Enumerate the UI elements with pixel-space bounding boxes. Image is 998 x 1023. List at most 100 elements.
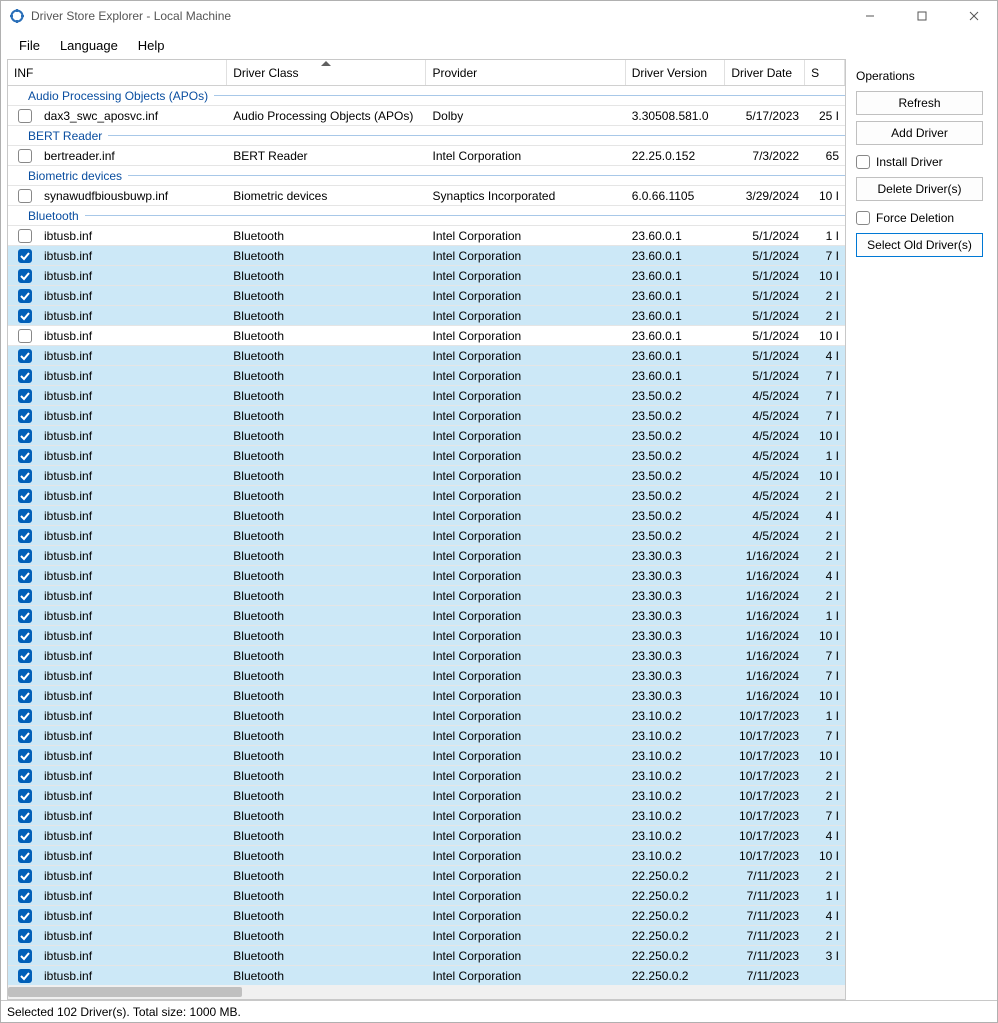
table-row[interactable]: ibtusb.infBluetoothIntel Corporation23.6… (8, 306, 845, 326)
select-old-drivers-button[interactable]: Select Old Driver(s) (856, 233, 983, 257)
table-row[interactable]: ibtusb.infBluetoothIntel Corporation23.3… (8, 546, 845, 566)
row-checkbox[interactable] (18, 449, 32, 463)
row-checkbox[interactable] (18, 669, 32, 683)
scrollbar-thumb[interactable] (8, 987, 242, 997)
maximize-button[interactable] (899, 1, 945, 31)
group-header[interactable]: Audio Processing Objects (APOs) (8, 86, 845, 106)
row-checkbox[interactable] (18, 809, 32, 823)
table-row[interactable]: synawudfbiousbuwp.infBiometric devicesSy… (8, 186, 845, 206)
add-driver-button[interactable]: Add Driver (856, 121, 983, 145)
install-driver-checkbox[interactable]: Install Driver (856, 151, 983, 173)
table-row[interactable]: ibtusb.infBluetoothIntel Corporation22.2… (8, 966, 845, 985)
table-row[interactable]: ibtusb.infBluetoothIntel Corporation23.1… (8, 786, 845, 806)
row-checkbox[interactable] (18, 469, 32, 483)
menu-language[interactable]: Language (50, 34, 128, 57)
table-row[interactable]: ibtusb.infBluetoothIntel Corporation23.6… (8, 226, 845, 246)
column-inf[interactable]: INF (8, 60, 227, 85)
row-checkbox[interactable] (18, 529, 32, 543)
table-row[interactable]: ibtusb.infBluetoothIntel Corporation23.3… (8, 686, 845, 706)
row-checkbox[interactable] (18, 789, 32, 803)
row-checkbox[interactable] (18, 869, 32, 883)
row-checkbox[interactable] (18, 549, 32, 563)
column-size[interactable]: S (805, 60, 845, 85)
column-version[interactable]: Driver Version (626, 60, 726, 85)
table-row[interactable]: ibtusb.infBluetoothIntel Corporation22.2… (8, 906, 845, 926)
column-class[interactable]: Driver Class (227, 60, 426, 85)
row-checkbox[interactable] (18, 389, 32, 403)
table-row[interactable]: ibtusb.infBluetoothIntel Corporation23.1… (8, 706, 845, 726)
row-checkbox[interactable] (18, 689, 32, 703)
table-row[interactable]: dax3_swc_aposvc.infAudio Processing Obje… (8, 106, 845, 126)
menu-file[interactable]: File (9, 34, 50, 57)
row-checkbox[interactable] (18, 749, 32, 763)
table-row[interactable]: ibtusb.infBluetoothIntel Corporation23.6… (8, 326, 845, 346)
table-row[interactable]: ibtusb.infBluetoothIntel Corporation23.6… (8, 366, 845, 386)
group-header[interactable]: Biometric devices (8, 166, 845, 186)
row-checkbox[interactable] (18, 889, 32, 903)
refresh-button[interactable]: Refresh (856, 91, 983, 115)
row-checkbox[interactable] (18, 509, 32, 523)
table-row[interactable]: ibtusb.infBluetoothIntel Corporation23.1… (8, 726, 845, 746)
table-row[interactable]: ibtusb.infBluetoothIntel Corporation23.6… (8, 246, 845, 266)
minimize-button[interactable] (847, 1, 893, 31)
menu-help[interactable]: Help (128, 34, 175, 57)
table-row[interactable]: ibtusb.infBluetoothIntel Corporation23.6… (8, 286, 845, 306)
row-checkbox[interactable] (18, 829, 32, 843)
table-row[interactable]: ibtusb.infBluetoothIntel Corporation23.5… (8, 446, 845, 466)
table-row[interactable]: ibtusb.infBluetoothIntel Corporation23.3… (8, 626, 845, 646)
column-provider[interactable]: Provider (426, 60, 625, 85)
table-row[interactable]: ibtusb.infBluetoothIntel Corporation23.3… (8, 586, 845, 606)
row-checkbox[interactable] (18, 609, 32, 623)
row-checkbox[interactable] (18, 649, 32, 663)
row-checkbox[interactable] (18, 109, 32, 123)
group-header[interactable]: Bluetooth (8, 206, 845, 226)
table-row[interactable]: ibtusb.infBluetoothIntel Corporation23.1… (8, 846, 845, 866)
table-row[interactable]: ibtusb.infBluetoothIntel Corporation23.6… (8, 346, 845, 366)
table-row[interactable]: bertreader.infBERT ReaderIntel Corporati… (8, 146, 845, 166)
row-checkbox[interactable] (18, 709, 32, 723)
table-row[interactable]: ibtusb.infBluetoothIntel Corporation23.5… (8, 506, 845, 526)
row-checkbox[interactable] (18, 309, 32, 323)
table-row[interactable]: ibtusb.infBluetoothIntel Corporation23.5… (8, 426, 845, 446)
table-row[interactable]: ibtusb.infBluetoothIntel Corporation22.2… (8, 886, 845, 906)
table-row[interactable]: ibtusb.infBluetoothIntel Corporation23.5… (8, 526, 845, 546)
row-checkbox[interactable] (18, 729, 32, 743)
column-date[interactable]: Driver Date (725, 60, 805, 85)
row-checkbox[interactable] (18, 589, 32, 603)
row-checkbox[interactable] (18, 429, 32, 443)
row-checkbox[interactable] (18, 409, 32, 423)
table-row[interactable]: ibtusb.infBluetoothIntel Corporation22.2… (8, 926, 845, 946)
row-checkbox[interactable] (18, 909, 32, 923)
row-checkbox[interactable] (18, 289, 32, 303)
group-header[interactable]: BERT Reader (8, 126, 845, 146)
table-row[interactable]: ibtusb.infBluetoothIntel Corporation23.5… (8, 386, 845, 406)
row-checkbox[interactable] (18, 929, 32, 943)
row-checkbox[interactable] (18, 149, 32, 163)
table-row[interactable]: ibtusb.infBluetoothIntel Corporation23.1… (8, 826, 845, 846)
table-row[interactable]: ibtusb.infBluetoothIntel Corporation23.1… (8, 746, 845, 766)
grid-body[interactable]: Audio Processing Objects (APOs)dax3_swc_… (8, 86, 845, 985)
row-checkbox[interactable] (18, 949, 32, 963)
row-checkbox[interactable] (18, 229, 32, 243)
table-row[interactable]: ibtusb.infBluetoothIntel Corporation23.5… (8, 466, 845, 486)
force-deletion-checkbox[interactable]: Force Deletion (856, 207, 983, 229)
table-row[interactable]: ibtusb.infBluetoothIntel Corporation23.3… (8, 666, 845, 686)
row-checkbox[interactable] (18, 969, 32, 983)
row-checkbox[interactable] (18, 249, 32, 263)
table-row[interactable]: ibtusb.infBluetoothIntel Corporation23.1… (8, 766, 845, 786)
delete-drivers-button[interactable]: Delete Driver(s) (856, 177, 983, 201)
row-checkbox[interactable] (18, 269, 32, 283)
table-row[interactable]: ibtusb.infBluetoothIntel Corporation22.2… (8, 946, 845, 966)
horizontal-scrollbar[interactable] (8, 985, 845, 999)
row-checkbox[interactable] (18, 849, 32, 863)
table-row[interactable]: ibtusb.infBluetoothIntel Corporation23.1… (8, 806, 845, 826)
table-row[interactable]: ibtusb.infBluetoothIntel Corporation22.2… (8, 866, 845, 886)
table-row[interactable]: ibtusb.infBluetoothIntel Corporation23.5… (8, 406, 845, 426)
row-checkbox[interactable] (18, 369, 32, 383)
row-checkbox[interactable] (18, 629, 32, 643)
table-row[interactable]: ibtusb.infBluetoothIntel Corporation23.5… (8, 486, 845, 506)
row-checkbox[interactable] (18, 189, 32, 203)
row-checkbox[interactable] (18, 329, 32, 343)
row-checkbox[interactable] (18, 349, 32, 363)
table-row[interactable]: ibtusb.infBluetoothIntel Corporation23.3… (8, 606, 845, 626)
